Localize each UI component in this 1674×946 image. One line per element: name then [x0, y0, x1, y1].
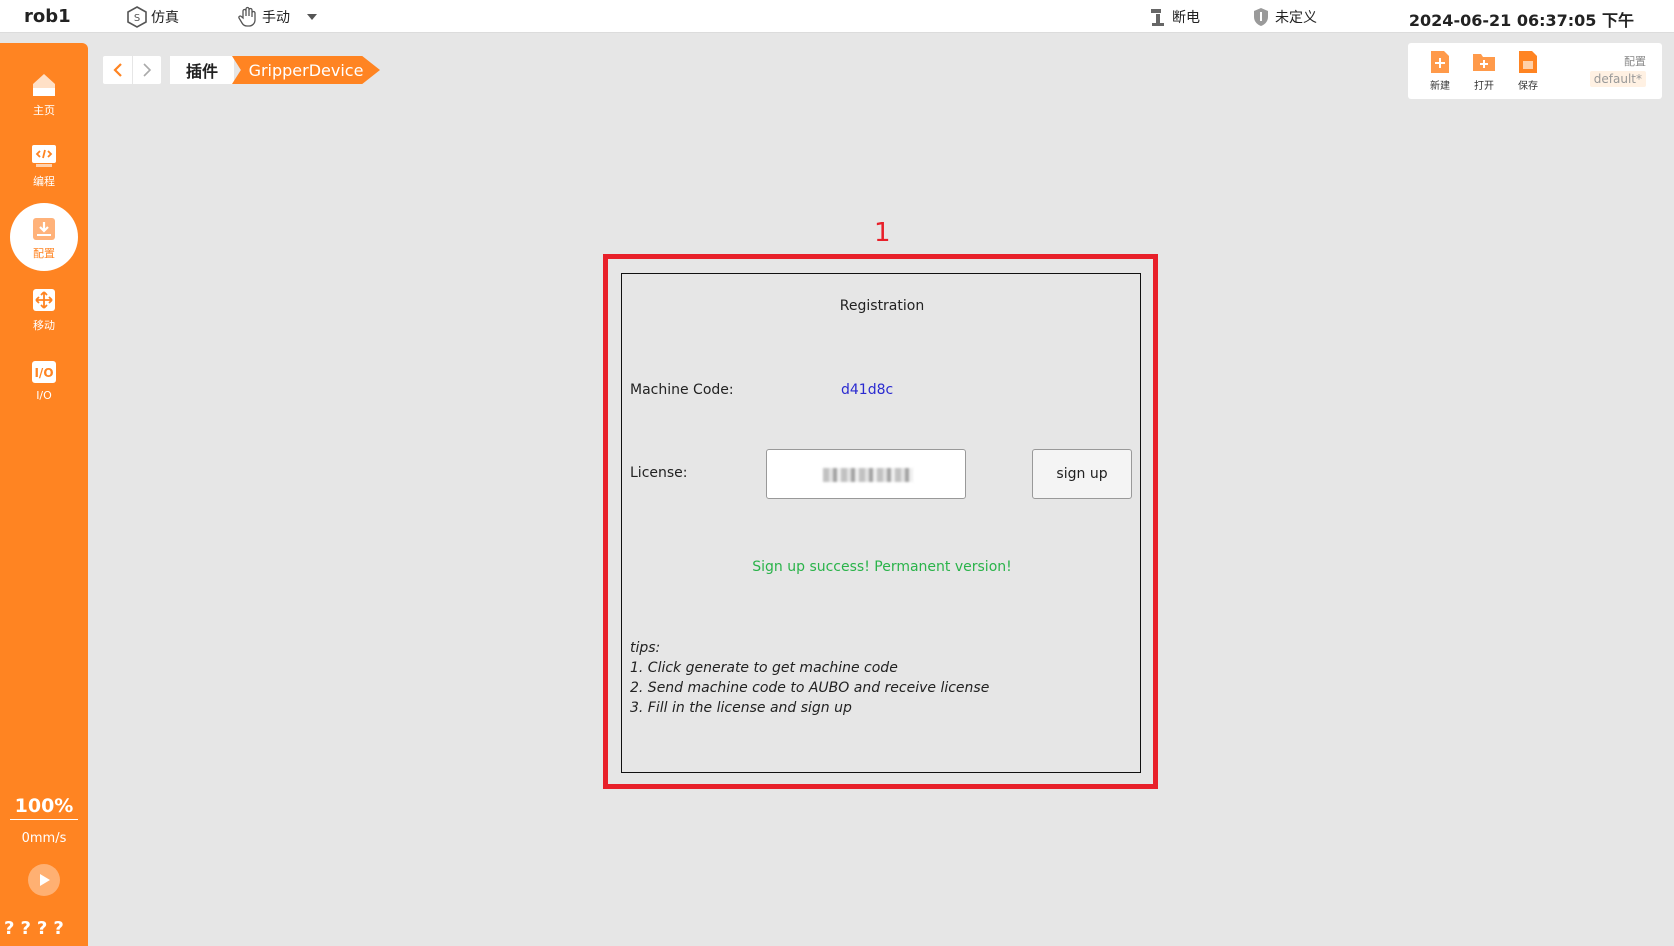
- annotation-number: 1: [874, 218, 891, 248]
- breadcrumb-current[interactable]: GripperDevice: [232, 56, 380, 84]
- shield-icon: [1250, 6, 1272, 28]
- redacted-license-value: [823, 468, 913, 482]
- code-icon: [29, 142, 59, 170]
- chevron-left-icon: [112, 63, 122, 77]
- history-nav: [103, 56, 161, 84]
- save-button[interactable]: 保存: [1508, 49, 1548, 92]
- sidebar-item-label: 配置: [33, 246, 55, 260]
- success-message: Sign up success! Permanent version!: [752, 559, 1012, 575]
- license-label: License:: [630, 465, 688, 481]
- save-icon: [1515, 49, 1541, 75]
- home-icon: [29, 71, 59, 99]
- manual-mode-label: 手动: [262, 10, 290, 26]
- tips-block: tips: 1. Click generate to get machine c…: [630, 638, 989, 718]
- io-icon: I/O: [29, 358, 59, 386]
- file-toolbar: 新建 打开 保存 配置 default*: [1408, 43, 1662, 99]
- save-label: 保存: [1518, 81, 1538, 92]
- sidebar-item-label: 移动: [33, 318, 55, 332]
- hand-icon: [237, 6, 259, 28]
- safety-status-label: 未定义: [1275, 10, 1317, 26]
- machine-code-label: Machine Code:: [630, 382, 734, 398]
- registration-panel: Registration Machine Code: d41d8c Licens…: [621, 273, 1141, 773]
- new-label: 新建: [1430, 81, 1450, 92]
- safety-status[interactable]: 未定义: [1250, 6, 1317, 28]
- license-input[interactable]: [766, 449, 966, 499]
- config-label: 配置: [1624, 55, 1646, 68]
- new-button[interactable]: 新建: [1420, 49, 1460, 92]
- forward-button[interactable]: [132, 56, 161, 84]
- robot-name: rob1: [24, 6, 71, 27]
- simulation-icon: S: [126, 6, 148, 28]
- open-button[interactable]: 打开: [1464, 49, 1504, 92]
- tips-heading: tips:: [630, 640, 661, 656]
- caret-down-icon: [301, 6, 323, 28]
- breadcrumb-plugin[interactable]: 插件: [170, 56, 234, 84]
- sidebar-item-label: 主页: [33, 103, 55, 117]
- speed-percent[interactable]: 100%: [10, 795, 78, 820]
- sign-up-button[interactable]: sign up: [1032, 449, 1132, 499]
- tip-line: 2. Send machine code to AUBO and receive…: [630, 680, 990, 696]
- tip-line: 1. Click generate to get machine code: [630, 660, 898, 676]
- open-label: 打开: [1474, 81, 1494, 92]
- sidebar: 主页 编程 配置 移动 I/O I/O 100% 0mm/s ????: [0, 43, 88, 946]
- tip-line: 3. Fill in the license and sign up: [630, 700, 852, 716]
- sidebar-item-move[interactable]: 移动: [10, 275, 78, 343]
- power-status[interactable]: 断电: [1147, 6, 1200, 28]
- config-icon: [29, 214, 59, 242]
- speed-value: 0mm/s: [21, 831, 67, 846]
- config-value[interactable]: default*: [1589, 71, 1646, 87]
- status-marks: ????: [4, 918, 70, 939]
- machine-code-value: d41d8c: [841, 382, 894, 398]
- simulation-mode-label: 仿真: [151, 10, 179, 26]
- play-icon: [40, 874, 50, 886]
- move-icon: [29, 286, 59, 314]
- manual-mode-dropdown[interactable]: 手动: [237, 6, 323, 28]
- svg-text:S: S: [134, 13, 140, 24]
- svg-text:I/O: I/O: [34, 366, 53, 380]
- new-file-icon: [1427, 49, 1453, 75]
- top-bar: rob1 S 仿真 手动 断电 未定义 2024-06-21 06:37:05 …: [0, 0, 1674, 33]
- robot-arm-icon: [1147, 6, 1169, 28]
- play-button[interactable]: [28, 864, 60, 896]
- back-button[interactable]: [103, 56, 132, 84]
- chevron-right-icon: [143, 63, 152, 77]
- datetime: 2024-06-21 06:37:05 下午: [1408, 11, 1634, 30]
- registration-title: Registration: [839, 298, 925, 314]
- sidebar-item-home[interactable]: 主页: [10, 60, 78, 128]
- sidebar-item-label: 编程: [33, 174, 55, 188]
- sidebar-item-label: I/O: [36, 389, 52, 402]
- sidebar-item-io[interactable]: I/O I/O: [10, 346, 78, 414]
- sidebar-item-program[interactable]: 编程: [10, 131, 78, 199]
- folder-icon: [1471, 49, 1497, 75]
- simulation-mode-button[interactable]: S 仿真: [126, 6, 179, 28]
- sidebar-item-config[interactable]: 配置: [10, 203, 78, 271]
- power-status-label: 断电: [1172, 10, 1200, 26]
